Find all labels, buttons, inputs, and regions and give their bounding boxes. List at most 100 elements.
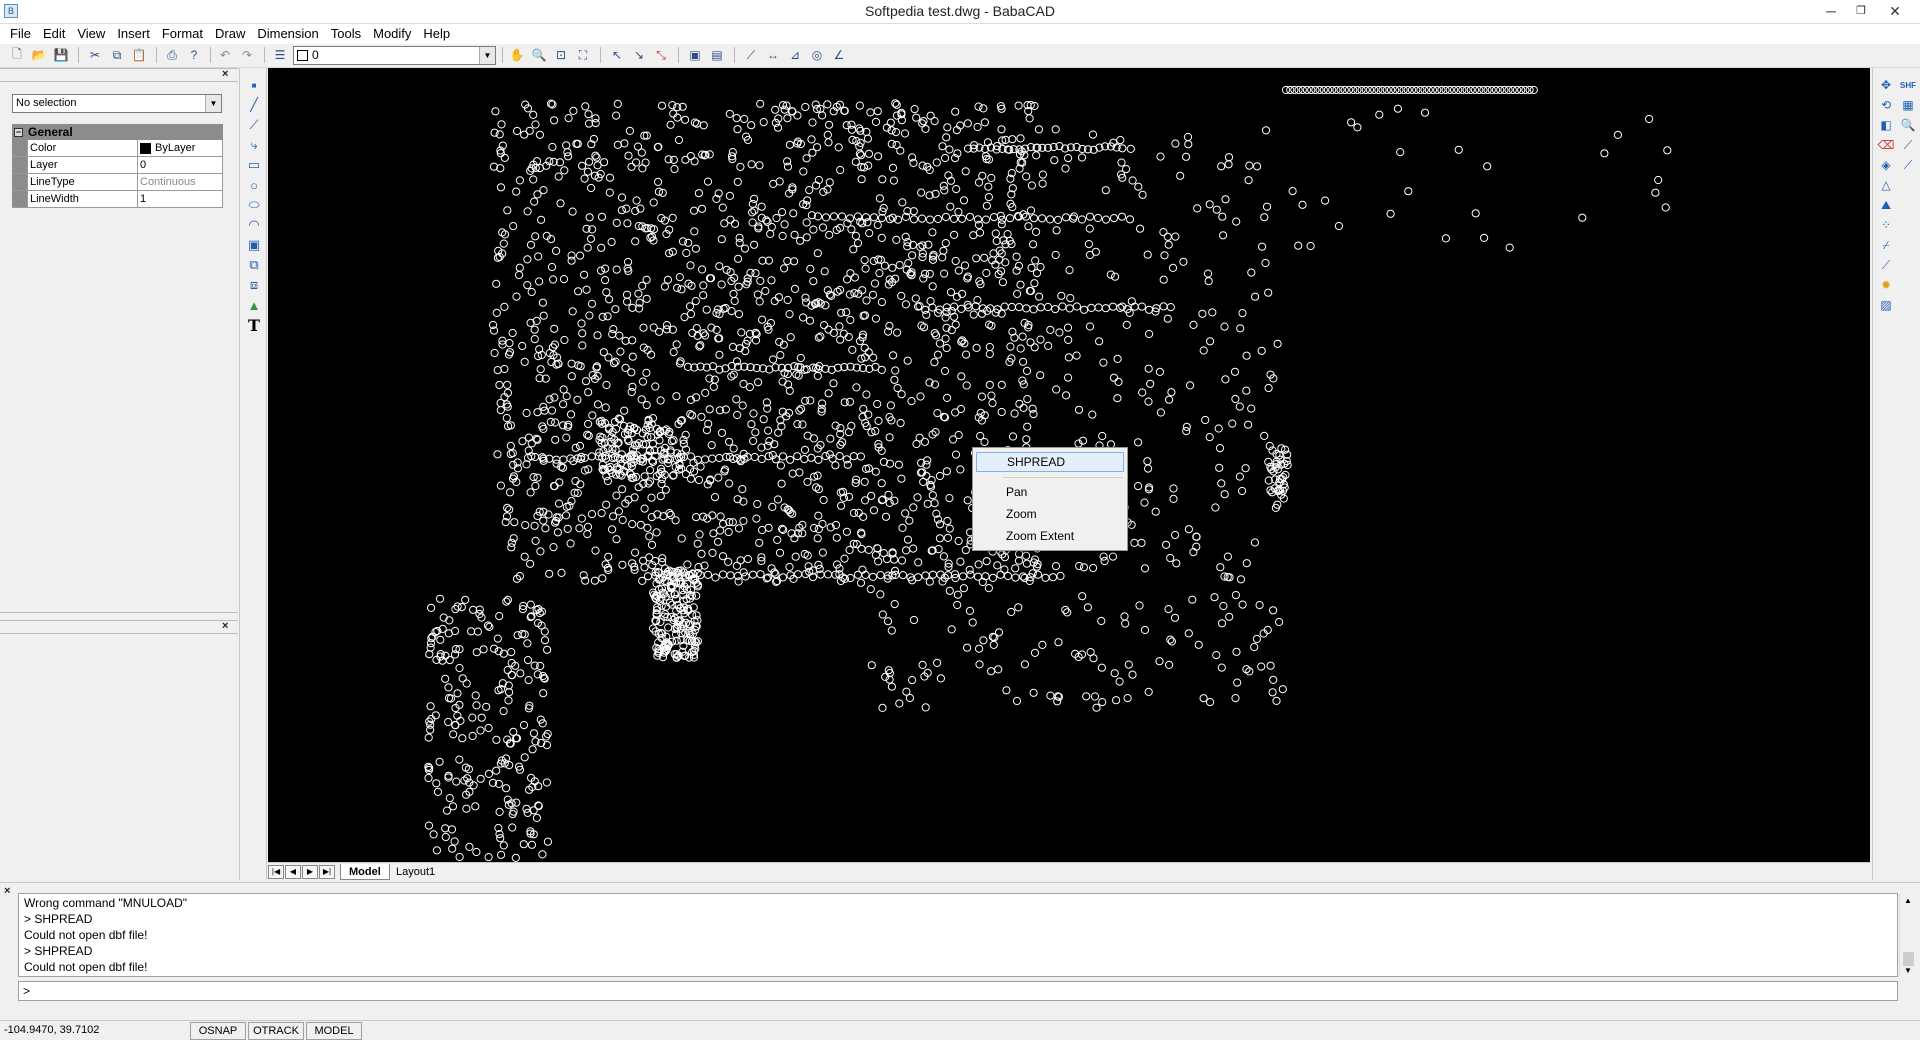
- menu-view[interactable]: View: [71, 24, 111, 44]
- image-icon[interactable]: ▲: [245, 296, 263, 314]
- dim-angle-icon[interactable]: ∠: [830, 46, 848, 64]
- print-icon[interactable]: ⎙: [163, 46, 181, 64]
- model-toggle[interactable]: MODEL: [306, 1022, 362, 1040]
- tab-model[interactable]: Model: [340, 864, 390, 880]
- cut-icon[interactable]: ✂: [86, 46, 104, 64]
- hatch-icon[interactable]: ⧈: [245, 276, 263, 294]
- next-tab-icon[interactable]: ▶: [302, 865, 318, 879]
- property-row-linewidth[interactable]: LineWidth 1: [12, 191, 223, 208]
- trim-icon[interactable]: ⟋: [1899, 156, 1917, 174]
- layers-icon[interactable]: ☰: [271, 46, 289, 64]
- menu-modify[interactable]: Modify: [367, 24, 417, 44]
- array-icon[interactable]: ⛰: [1877, 196, 1895, 214]
- dim-aligned-icon[interactable]: ⊿: [786, 46, 804, 64]
- erase-icon[interactable]: ⌫: [1877, 136, 1895, 154]
- mirror-icon[interactable]: ⟋: [1899, 136, 1917, 154]
- new-icon[interactable]: 🗋: [8, 46, 26, 64]
- selection-dropdown[interactable]: No selection ▼: [12, 94, 222, 113]
- block-icon[interactable]: ▣: [245, 236, 263, 254]
- scroll-up-icon[interactable]: ▲: [1904, 896, 1912, 905]
- ellipse-icon[interactable]: ⬭: [245, 196, 263, 214]
- open-icon[interactable]: 📂: [30, 46, 48, 64]
- menu-format[interactable]: Format: [156, 24, 209, 44]
- menu-draw[interactable]: Draw: [209, 24, 251, 44]
- prev-tab-icon[interactable]: ◀: [285, 865, 301, 879]
- restore-icon[interactable]: ❐: [1846, 0, 1876, 22]
- property-row-layer[interactable]: Layer 0: [12, 157, 223, 174]
- offset-icon[interactable]: ◈: [1877, 156, 1895, 174]
- zoom-extents-icon[interactable]: ⛶: [574, 46, 592, 64]
- close-icon[interactable]: ×: [222, 620, 228, 632]
- pan-icon[interactable]: ✋: [508, 46, 526, 64]
- dim-icon[interactable]: ⟋: [742, 46, 760, 64]
- property-value[interactable]: 0: [138, 157, 223, 173]
- menu-tools[interactable]: Tools: [325, 24, 367, 44]
- explode-icon[interactable]: ⁘: [1877, 216, 1895, 234]
- snap-endpoint-icon[interactable]: ↘: [630, 46, 648, 64]
- close-icon[interactable]: ×: [4, 885, 10, 897]
- osnap-toggle[interactable]: OSNAP: [190, 1022, 246, 1040]
- tab-layout1[interactable]: Layout1: [388, 864, 443, 880]
- paste-icon[interactable]: 📋: [130, 46, 148, 64]
- last-tab-icon[interactable]: ▶|: [319, 865, 335, 879]
- region-icon[interactable]: ⧉: [245, 256, 263, 274]
- hatch-icon[interactable]: ▨: [1877, 296, 1895, 314]
- menu-file[interactable]: File: [4, 24, 37, 44]
- circle-icon[interactable]: ○: [245, 176, 263, 194]
- help-icon[interactable]: ?: [185, 46, 203, 64]
- grid-icon[interactable]: ▦: [1899, 96, 1917, 114]
- property-value[interactable]: 1: [138, 191, 223, 207]
- redo-icon[interactable]: ↷: [238, 46, 256, 64]
- snapshot-icon[interactable]: SHF: [1899, 76, 1917, 94]
- point-icon[interactable]: ■: [245, 76, 263, 94]
- minimize-icon[interactable]: ─: [1816, 0, 1846, 22]
- rotate-icon[interactable]: ◧: [1877, 116, 1895, 134]
- menu-item-zoom-extent[interactable]: Zoom Extent: [976, 526, 1124, 546]
- menu-item-shpread[interactable]: SHPREAD: [976, 452, 1124, 472]
- zoom-icon[interactable]: 🔍: [1899, 116, 1917, 134]
- copy-icon[interactable]: ⟲: [1877, 96, 1895, 114]
- move-icon[interactable]: ✥: [1877, 76, 1895, 94]
- zoom-window-icon[interactable]: ⊡: [552, 46, 570, 64]
- menu-item-pan[interactable]: Pan: [976, 482, 1124, 502]
- snap-icon[interactable]: ↖: [608, 46, 626, 64]
- arc-icon[interactable]: ⤷: [245, 136, 263, 154]
- property-value[interactable]: ByLayer: [138, 140, 223, 156]
- stretch-icon[interactable]: ⟋: [1877, 256, 1895, 274]
- property-row-linetype[interactable]: LineType Continuous: [12, 174, 223, 191]
- fillet-icon[interactable]: △: [1877, 176, 1895, 194]
- scroll-down-icon[interactable]: ▼: [1904, 966, 1912, 975]
- dim-radius-icon[interactable]: ◎: [808, 46, 826, 64]
- chevron-down-icon[interactable]: ▼: [205, 95, 221, 112]
- property-value[interactable]: Continuous: [138, 174, 223, 190]
- menu-edit[interactable]: Edit: [37, 24, 71, 44]
- history-scrollbar[interactable]: ▲ ▼: [1899, 894, 1917, 976]
- view2-icon[interactable]: ▤: [708, 46, 726, 64]
- otrack-toggle[interactable]: OTRACK: [248, 1022, 304, 1040]
- polyline-icon[interactable]: ⟋: [245, 116, 263, 134]
- layer-dropdown[interactable]: 0 ▼: [293, 46, 496, 65]
- save-icon[interactable]: 💾: [52, 46, 70, 64]
- dim-linear-icon[interactable]: ↔: [764, 46, 782, 64]
- menu-insert[interactable]: Insert: [111, 24, 156, 44]
- line-icon[interactable]: ╱: [245, 96, 263, 114]
- undo-icon[interactable]: ↶: [216, 46, 234, 64]
- close-icon[interactable]: ✕: [1880, 0, 1910, 22]
- light-icon[interactable]: ✹: [1877, 276, 1895, 294]
- command-input[interactable]: >: [18, 981, 1898, 1001]
- text-icon[interactable]: T: [245, 316, 263, 335]
- first-tab-icon[interactable]: |◀: [268, 865, 284, 879]
- property-group-header[interactable]: − General: [12, 124, 223, 140]
- arc2-icon[interactable]: ◠: [245, 216, 263, 234]
- copy-icon[interactable]: ⧉: [108, 46, 126, 64]
- menu-dimension[interactable]: Dimension: [251, 24, 324, 44]
- scroll-thumb[interactable]: [1903, 952, 1914, 966]
- zoom-realtime-icon[interactable]: 🔍: [530, 46, 548, 64]
- property-row-color[interactable]: Color ByLayer: [12, 140, 223, 157]
- close-icon[interactable]: ×: [222, 68, 228, 80]
- snap-midpoint-icon[interactable]: ⤡: [652, 46, 670, 64]
- menu-help[interactable]: Help: [417, 24, 456, 44]
- break-icon[interactable]: ⌿: [1877, 236, 1895, 254]
- panel-divider[interactable]: [0, 612, 238, 613]
- collapse-icon[interactable]: −: [14, 127, 23, 137]
